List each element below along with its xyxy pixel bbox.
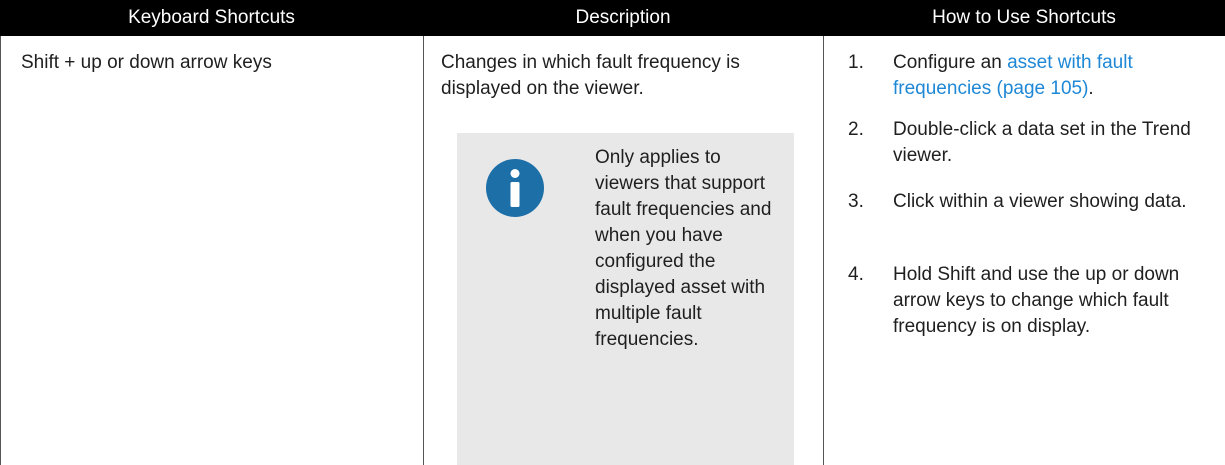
step-number: 4. <box>848 264 864 285</box>
step-text: Double-click a data set in the Trend vie… <box>893 119 1191 166</box>
step-text-after: . <box>1088 78 1094 99</box>
step-text-before: Configure an <box>893 52 1008 73</box>
shortcuts-table: Keyboard Shortcuts Description How to Us… <box>0 0 1225 465</box>
step-text: Hold Shift and use the up or down arrow … <box>893 264 1180 337</box>
shortcut-cell: Shift + up or down arrow keys <box>21 52 272 73</box>
column-divider <box>823 36 824 465</box>
step-number: 2. <box>848 119 864 140</box>
step-number: 1. <box>848 52 864 73</box>
header-how-to-use: How to Use Shortcuts <box>932 7 1116 28</box>
step-text: Click within a viewer showing data. <box>893 191 1187 212</box>
step-text: Configure an asset with fault frequencie… <box>893 50 1203 102</box>
header-keyboard-shortcuts: Keyboard Shortcuts <box>128 7 295 28</box>
description-cell: Changes in which fault frequency is disp… <box>441 52 740 99</box>
column-divider <box>0 36 1 465</box>
info-icon <box>486 159 544 217</box>
table-header: Keyboard Shortcuts Description How to Us… <box>0 0 1225 36</box>
step-number: 3. <box>848 191 864 212</box>
column-divider <box>423 36 424 465</box>
note-text: Only applies to viewers that support fau… <box>595 147 772 350</box>
header-description: Description <box>575 7 671 28</box>
